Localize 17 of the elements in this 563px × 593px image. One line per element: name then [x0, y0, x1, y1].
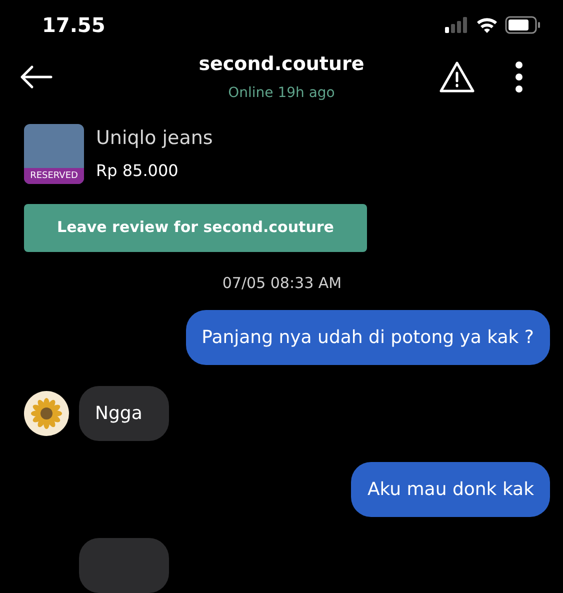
product-name: Uniqlo jeans [96, 126, 213, 152]
warning-icon[interactable] [438, 60, 475, 93]
sunflower-avatar-icon [24, 391, 69, 436]
message-bubble: Panjang nya udah di potong ya kak ? [186, 310, 550, 365]
battery-icon [505, 16, 541, 34]
chat-title: second.couture [198, 52, 364, 77]
message-bubble: Ngga [79, 386, 169, 441]
status-time: 17.55 [42, 12, 106, 39]
message-timestamp: 07/05 08:33 AM [222, 272, 342, 294]
review-button[interactable]: Leave review for second.couture [24, 204, 367, 252]
online-status: Online 19h ago [228, 84, 335, 102]
more-options-icon[interactable] [514, 60, 523, 93]
wifi-icon [476, 17, 498, 33]
reserved-badge: RESERVED [24, 168, 84, 184]
message-bubble: Aku mau donk kak [351, 462, 550, 517]
signal-icon [445, 17, 469, 33]
product-price: Rp 85.000 [96, 160, 180, 182]
